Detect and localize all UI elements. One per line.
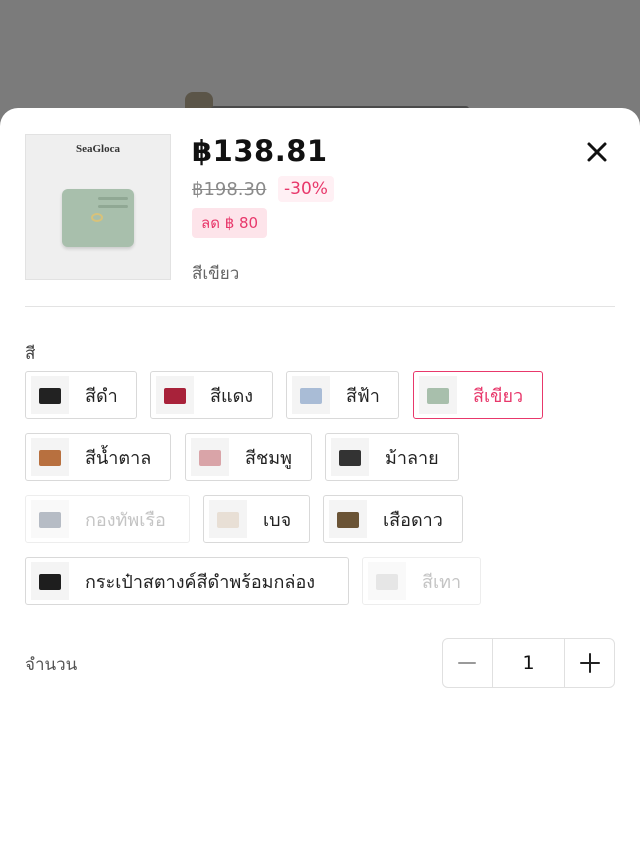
color-option-thumbnail: [368, 562, 406, 600]
color-option-black[interactable]: สีดำ: [25, 371, 137, 419]
selected-variant-label: สีเขียว: [192, 264, 240, 284]
quantity-label: จำนวน: [25, 655, 78, 675]
color-option-thumbnail: [292, 376, 330, 414]
color-option-light-blue[interactable]: สีฟ้า: [286, 371, 399, 419]
color-option-pink[interactable]: สีชมพู: [185, 433, 312, 481]
increment-button[interactable]: [565, 639, 614, 687]
color-option-leopard[interactable]: เสือดาว: [323, 495, 463, 543]
color-option-label: สีเทา: [422, 571, 462, 593]
color-option-label: กระเป๋าสตางค์สีดำพร้อมกล่อง: [85, 571, 316, 593]
color-option-beige[interactable]: เบจ: [203, 495, 310, 543]
close-icon: [587, 142, 607, 162]
color-option-zebra[interactable]: ม้าลาย: [325, 433, 459, 481]
quantity-stepper: 1: [442, 638, 615, 688]
plus-icon: [579, 653, 600, 673]
color-option-thumbnail: [331, 438, 369, 476]
color-option-thumbnail: [31, 376, 69, 414]
wallet-image: [62, 189, 134, 247]
color-option-red[interactable]: สีแดง: [150, 371, 273, 419]
close-button[interactable]: [583, 138, 611, 166]
divider: [25, 306, 615, 307]
discount-percent-badge: -30%: [278, 176, 334, 202]
color-option-navy[interactable]: กองทัพเรือ: [25, 495, 190, 543]
decrement-button[interactable]: [443, 639, 492, 687]
variant-sheet: SeaGloca ฿138.81 ฿198.30 -30% ลด ฿ 80 สี…: [0, 108, 640, 855]
color-option-label: เบจ: [263, 509, 292, 531]
quantity-value[interactable]: 1: [491, 639, 566, 687]
color-option-thumbnail: [31, 500, 69, 538]
color-option-thumbnail: [156, 376, 194, 414]
color-option-thumbnail: [191, 438, 229, 476]
color-option-label: กองทัพเรือ: [85, 509, 166, 531]
color-option-thumbnail: [31, 562, 69, 600]
discount-amount-badge: ลด ฿ 80: [192, 208, 268, 238]
color-option-thumbnail: [419, 376, 457, 414]
color-option-label: สีแดง: [210, 385, 254, 407]
color-option-brown[interactable]: สีน้ำตาล: [25, 433, 171, 481]
color-option-label: สีชมพู: [245, 447, 292, 469]
color-option-thumbnail: [209, 500, 247, 538]
color-section-label: สี: [25, 344, 36, 364]
color-option-green[interactable]: สีเขียว: [413, 371, 543, 419]
color-option-label: สีเขียว: [473, 385, 524, 407]
color-option-label: เสือดาว: [383, 509, 443, 531]
color-option-label: สีดำ: [85, 385, 118, 407]
thumbnail-brand: SeaGloca: [76, 143, 120, 155]
original-price: ฿198.30: [192, 179, 267, 200]
color-option-thumbnail: [329, 500, 367, 538]
current-price: ฿138.81: [192, 134, 328, 168]
color-option-label: ม้าลาย: [385, 447, 439, 469]
color-option-label: สีฟ้า: [346, 385, 380, 407]
color-option-black-with-box[interactable]: กระเป๋าสตางค์สีดำพร้อมกล่อง: [25, 557, 349, 605]
minus-icon: [458, 662, 477, 664]
color-option-gray[interactable]: สีเทา: [362, 557, 481, 605]
product-thumbnail: SeaGloca: [25, 134, 171, 280]
color-option-label: สีน้ำตาล: [85, 447, 152, 469]
color-option-thumbnail: [31, 438, 69, 476]
